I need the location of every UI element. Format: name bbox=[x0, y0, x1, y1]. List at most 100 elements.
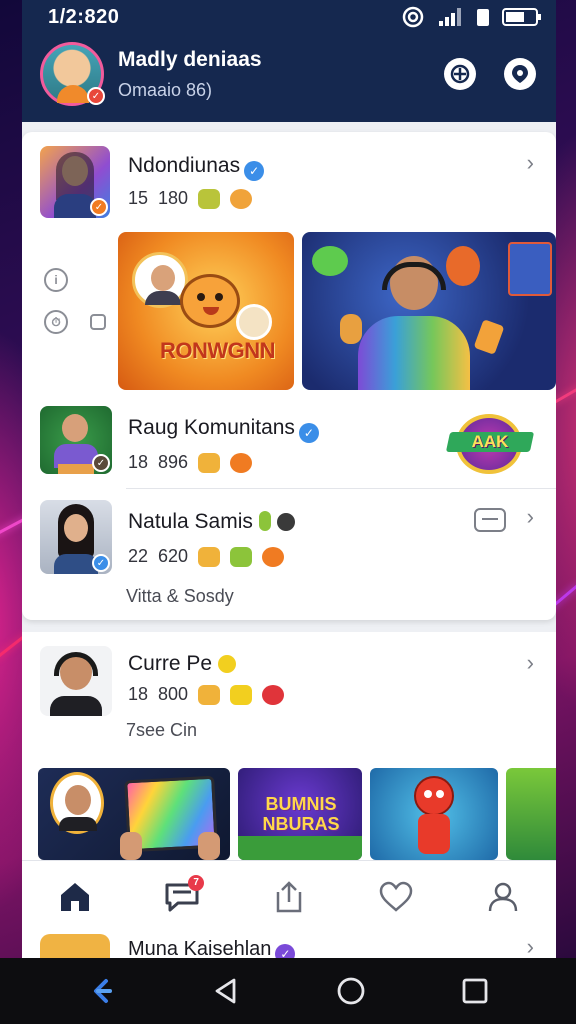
status-icons bbox=[400, 6, 542, 28]
feed-card: Curre Pe 18 800 7see Cin › BUMNIS NBURAS bbox=[22, 632, 556, 860]
stream-banner[interactable] bbox=[302, 232, 556, 390]
signal-icon bbox=[439, 8, 461, 26]
bottom-nav: 7 bbox=[22, 860, 556, 932]
mascot-green bbox=[312, 246, 348, 276]
item-meta: 15 180 bbox=[128, 188, 253, 209]
nav-favorites[interactable] bbox=[366, 867, 426, 927]
nav-chat[interactable]: 7 bbox=[152, 867, 212, 927]
message-icon[interactable] bbox=[474, 508, 506, 532]
chevron-right-icon[interactable]: › bbox=[527, 934, 534, 958]
clock-icon[interactable]: ⏱ bbox=[44, 310, 68, 334]
game-banner[interactable]: RONWGNN bbox=[118, 232, 294, 390]
verified-icon: ✓ bbox=[275, 944, 296, 958]
community-badge[interactable]: AAK bbox=[445, 406, 535, 480]
item-title-text: Natula Samis bbox=[128, 510, 253, 533]
community-badge-text: AAK bbox=[471, 432, 509, 451]
battery-icon bbox=[502, 8, 541, 26]
info-icon[interactable]: i bbox=[44, 268, 68, 292]
verified-badge-icon: ✓ bbox=[90, 198, 108, 216]
chevron-right-icon[interactable]: › bbox=[527, 150, 534, 176]
verified-badge-icon: ✓ bbox=[92, 554, 110, 572]
list-item-peek[interactable]: Muna Kaisehlan ✓ › bbox=[22, 932, 556, 958]
nav-profile[interactable] bbox=[473, 867, 533, 927]
sticker-icon bbox=[230, 188, 253, 209]
profile-name: Madly deniaas bbox=[118, 48, 262, 71]
location-button[interactable] bbox=[504, 58, 536, 90]
meta-value: 800 bbox=[158, 684, 189, 704]
profile-avatar[interactable]: ✓ bbox=[40, 42, 105, 106]
gallery-item[interactable]: BUMNIS NBURAS bbox=[238, 768, 362, 860]
verified-icon: ✓ bbox=[244, 161, 265, 181]
item-title-text: Ndondiunas bbox=[128, 154, 241, 177]
app-screen: 1/2:820 ✓ Madly deniaas Omaaio 86) ✓ Ndo… bbox=[22, 0, 556, 958]
sticker-icon bbox=[230, 684, 253, 705]
sticker-icon bbox=[198, 546, 221, 567]
status-time: 1/2:820 bbox=[48, 6, 120, 28]
sticker-icon bbox=[198, 188, 221, 209]
square-icon[interactable] bbox=[90, 314, 106, 330]
assistant-icon[interactable] bbox=[88, 977, 116, 1005]
meta-count: 15 bbox=[128, 188, 149, 208]
media-gallery: BUMNIS NBURAS bbox=[22, 766, 556, 860]
leaf-icon bbox=[258, 511, 271, 531]
meta-value: 180 bbox=[158, 188, 189, 208]
item-subtitle: Vitta & Sosdy bbox=[126, 586, 234, 606]
item-title: Muna Kaisehlan ✓ bbox=[128, 938, 296, 958]
sticker-icon bbox=[198, 684, 221, 705]
sticker-icon bbox=[198, 452, 221, 473]
meta-value: 896 bbox=[158, 452, 189, 472]
mascot-bear bbox=[180, 274, 240, 328]
item-title-text: Raug Komunitans bbox=[128, 416, 295, 439]
gallery-item[interactable] bbox=[370, 768, 498, 860]
avatar: ✓ bbox=[40, 146, 110, 218]
back-icon[interactable] bbox=[212, 977, 240, 1005]
verified-badge-icon: ✓ bbox=[92, 454, 110, 472]
streamer-body bbox=[358, 316, 470, 390]
meta-count: 18 bbox=[128, 684, 149, 704]
meta-value: 620 bbox=[158, 546, 189, 566]
notification-badge: 7 bbox=[188, 874, 205, 891]
sticker-icon bbox=[230, 452, 253, 473]
profile-subtitle: Omaaio 86) bbox=[118, 80, 213, 100]
item-title: Curre Pe bbox=[128, 652, 236, 676]
dark-badge-icon bbox=[276, 513, 295, 531]
list-item[interactable]: Curre Pe 18 800 7see Cin › bbox=[22, 632, 556, 762]
chevron-right-icon[interactable]: › bbox=[527, 504, 534, 530]
nav-home[interactable] bbox=[45, 867, 105, 927]
add-friend-button[interactable] bbox=[444, 58, 476, 90]
verified-icon: ✓ bbox=[298, 423, 319, 443]
avatar: ✓ bbox=[40, 406, 112, 474]
nav-share[interactable] bbox=[259, 867, 319, 927]
item-meta: 18 800 bbox=[128, 684, 285, 705]
item-title-text: Curre Pe bbox=[128, 652, 213, 675]
chevron-right-icon[interactable]: › bbox=[527, 650, 534, 676]
item-subtitle: 7see Cin bbox=[126, 720, 198, 740]
verified-badge-icon: ✓ bbox=[87, 87, 105, 105]
list-item[interactable]: ✓ Ndondiunas ✓ 15 180 › bbox=[22, 132, 556, 228]
item-title: Ndondiunas ✓ bbox=[128, 154, 265, 181]
home-circle-icon[interactable] bbox=[336, 976, 366, 1006]
item-meta: 22 620 bbox=[128, 546, 285, 567]
gallery-item[interactable] bbox=[506, 768, 556, 860]
gallery-label: BUMNIS NBURAS bbox=[262, 794, 340, 834]
sticker-icon bbox=[262, 546, 285, 567]
sticker-icon bbox=[262, 684, 285, 705]
home-icon bbox=[61, 882, 90, 911]
item-title-text: Muna Kaisehlan bbox=[128, 938, 272, 958]
sticker-icon bbox=[230, 546, 253, 567]
add-friend-icon bbox=[450, 64, 470, 84]
headphones-icon bbox=[54, 652, 98, 676]
item-title: Raug Komunitans ✓ bbox=[128, 416, 319, 443]
profile-icon bbox=[488, 882, 517, 911]
system-nav-bar bbox=[0, 958, 576, 1024]
avatar: ✓ bbox=[40, 500, 112, 574]
recents-icon[interactable] bbox=[462, 978, 488, 1004]
list-item[interactable]: ✓ Natula Samis 22 620 Vitta & Sosdy › bbox=[22, 492, 556, 620]
item-meta: 18 896 bbox=[128, 452, 253, 473]
wifi-icon bbox=[402, 6, 424, 28]
gold-badge-icon bbox=[217, 655, 236, 673]
gallery-item[interactable] bbox=[38, 768, 230, 860]
feed-card: ✓ Ndondiunas ✓ 15 180 › i ⏱ RONWGNN ✓ Ra… bbox=[22, 132, 556, 620]
sim-icon bbox=[477, 9, 489, 26]
list-item[interactable]: ✓ Raug Komunitans ✓ 18 896 AAK bbox=[22, 394, 556, 490]
